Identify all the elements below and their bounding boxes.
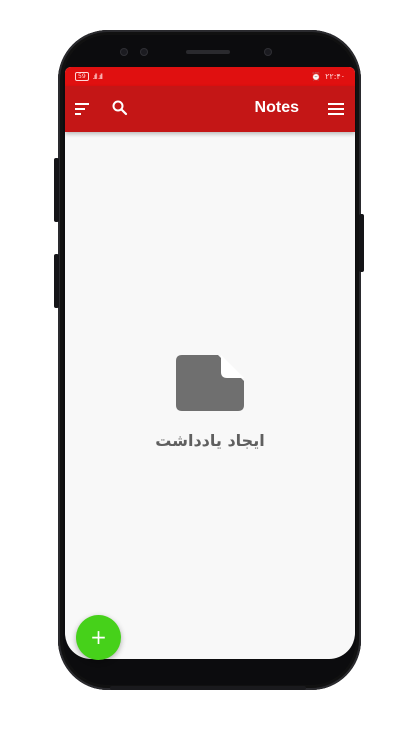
- status-bar: 59 .ıll .ıll ⏰ ۲۲:۴۰: [65, 67, 355, 86]
- front-camera-icon: [264, 48, 272, 56]
- phone-bottom-edge: [110, 686, 306, 690]
- hamburger-menu-icon: [328, 103, 344, 115]
- sort-button[interactable]: [73, 100, 93, 118]
- sensor-icon: [120, 48, 128, 56]
- menu-button[interactable]: [327, 100, 345, 118]
- status-time: ۲۲:۴۰: [325, 72, 345, 81]
- create-note-label: ایجاد یادداشت: [155, 431, 265, 450]
- app-title: Notes: [254, 99, 299, 116]
- add-note-button[interactable]: +: [76, 615, 121, 660]
- signal-strength-icon: .ıll .ıll: [92, 72, 103, 81]
- power-button: [359, 214, 364, 272]
- search-button[interactable]: [111, 99, 129, 117]
- battery-indicator: 59: [75, 72, 89, 81]
- volume-down-button: [54, 254, 59, 308]
- volume-up-button: [54, 158, 59, 222]
- app-screen: 59 .ıll .ıll ⏰ ۲۲:۴۰ Notes ایجاد یادداشت: [65, 67, 355, 659]
- sensor-icon: [140, 48, 148, 56]
- note-document-icon: [176, 355, 244, 411]
- app-bar: Notes: [65, 86, 355, 132]
- alarm-clock-icon: ⏰: [311, 72, 322, 81]
- earpiece-speaker: [186, 50, 230, 54]
- phone-top-bezel: [58, 30, 361, 68]
- search-icon: [112, 100, 128, 116]
- sort-icon: [75, 103, 89, 115]
